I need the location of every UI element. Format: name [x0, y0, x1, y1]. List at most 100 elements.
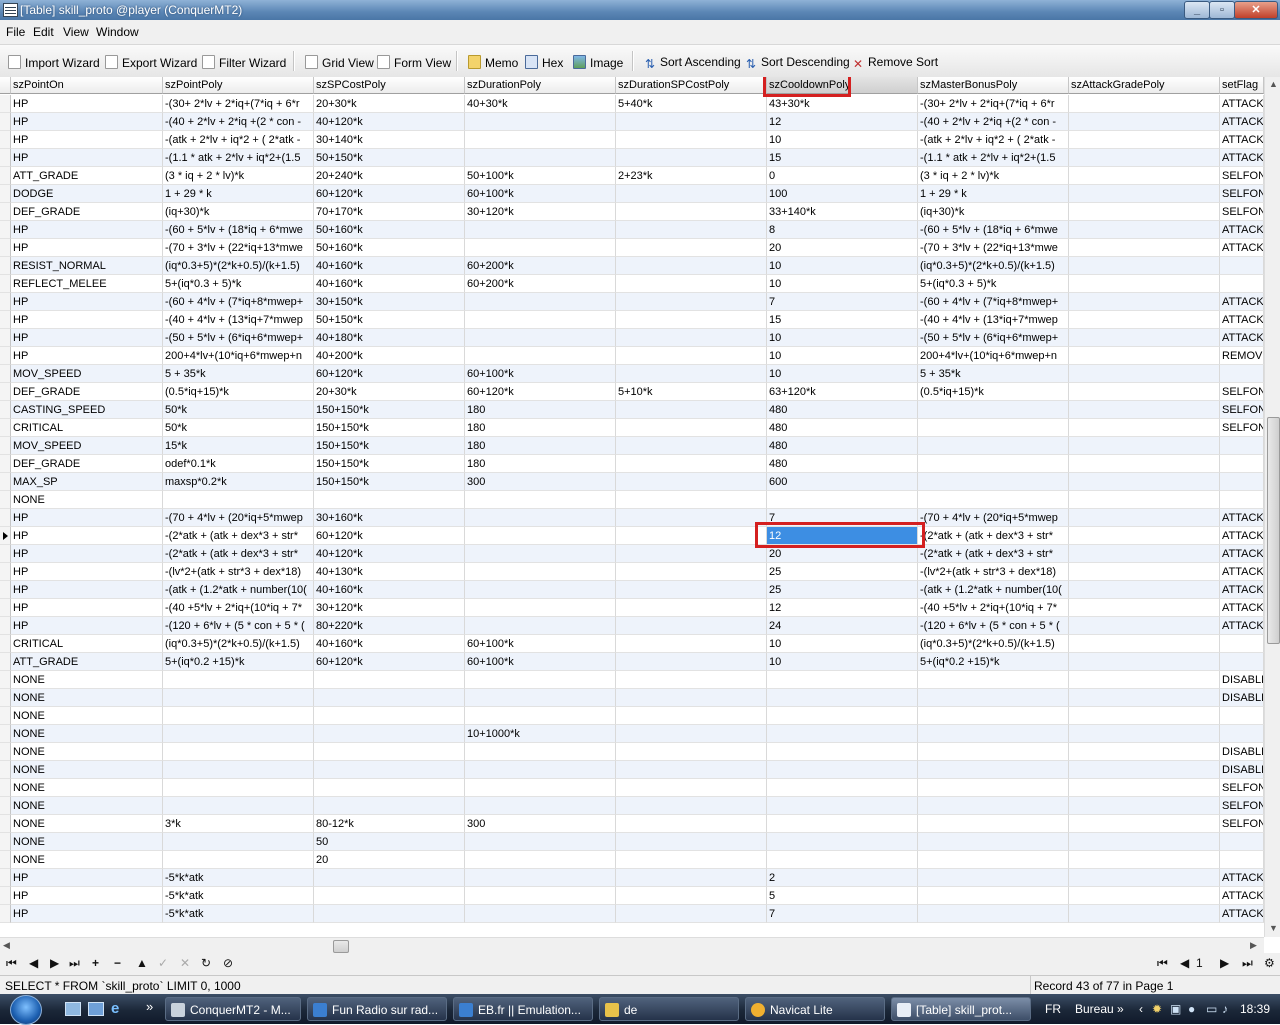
- cell-cooldown-poly[interactable]: [767, 689, 918, 707]
- cell-master-bonus-poly[interactable]: [918, 437, 1069, 455]
- cell-duration-sp-cost-poly[interactable]: [616, 851, 767, 869]
- column-header-duration-poly[interactable]: szDurationPoly: [465, 77, 616, 94]
- cell-point-poly[interactable]: -(40 + 4*lv + (13*iq+7*mwep: [163, 311, 314, 329]
- cell-set-flag[interactable]: SELFONI: [1220, 779, 1264, 797]
- cell-cooldown-poly[interactable]: [767, 851, 918, 869]
- table-row[interactable]: HP -5*k*atk 2 ATTACK: [0, 869, 1264, 887]
- cell-attack-grade-poly[interactable]: [1069, 743, 1220, 761]
- column-header-point-on[interactable]: szPointOn: [11, 77, 163, 94]
- row-indicator[interactable]: [0, 635, 11, 653]
- cell-attack-grade-poly[interactable]: [1069, 221, 1220, 239]
- column-header-attack-grade-poly[interactable]: szAttackGradePoly: [1069, 77, 1220, 94]
- cell-set-flag[interactable]: SELFONI: [1220, 167, 1264, 185]
- cell-duration-poly[interactable]: 60+100*k: [465, 653, 616, 671]
- cell-master-bonus-poly[interactable]: -(lv*2+(atk + str*3 + dex*18): [918, 563, 1069, 581]
- cell-point-on[interactable]: NONE: [11, 491, 163, 509]
- cell-duration-poly[interactable]: [465, 869, 616, 887]
- cell-cooldown-poly[interactable]: [767, 671, 918, 689]
- table-row[interactable]: ATT_GRADE 5+(iq*0.2 +15)*k 60+120*k 60+100*…: [0, 653, 1264, 671]
- cell-attack-grade-poly[interactable]: [1069, 869, 1220, 887]
- table-row[interactable]: NONE DISABLE: [0, 761, 1264, 779]
- cell-master-bonus-poly[interactable]: [918, 725, 1069, 743]
- cell-sp-cost-poly[interactable]: 30+120*k: [314, 599, 465, 617]
- insert-record-icon[interactable]: +: [92, 956, 99, 970]
- cell-point-poly[interactable]: -(40 + 2*lv + 2*iq +(2 * con -: [163, 113, 314, 131]
- cell-cooldown-poly[interactable]: 600: [767, 473, 918, 491]
- cell-cooldown-poly[interactable]: 480: [767, 419, 918, 437]
- cell-sp-cost-poly[interactable]: 50: [314, 833, 465, 851]
- cell-cooldown-poly[interactable]: 10: [767, 131, 918, 149]
- cell-set-flag[interactable]: ATTACK: [1220, 113, 1264, 131]
- cell-sp-cost-poly[interactable]: 60+120*k: [314, 365, 465, 383]
- cell-set-flag[interactable]: [1220, 635, 1264, 653]
- quicklaunch-more-icon[interactable]: »: [146, 999, 153, 1014]
- row-indicator[interactable]: [0, 761, 11, 779]
- cell-set-flag[interactable]: [1220, 365, 1264, 383]
- table-row[interactable]: NONE DISABLE: [0, 743, 1264, 761]
- table-row[interactable]: NONE 20: [0, 851, 1264, 869]
- cell-attack-grade-poly[interactable]: [1069, 671, 1220, 689]
- cell-cooldown-poly[interactable]: 24: [767, 617, 918, 635]
- cell-point-poly[interactable]: [163, 851, 314, 869]
- cell-point-poly[interactable]: -(2*atk + (atk + dex*3 + str*: [163, 545, 314, 563]
- cell-master-bonus-poly[interactable]: -(2*atk + (atk + dex*3 + str*: [918, 527, 1069, 545]
- table-row[interactable]: MOV_SPEED 5 + 35*k 60+120*k 60+100*k 10 5 + 3…: [0, 365, 1264, 383]
- cell-duration-sp-cost-poly[interactable]: [616, 527, 767, 545]
- cell-duration-sp-cost-poly[interactable]: [616, 185, 767, 203]
- cell-attack-grade-poly[interactable]: [1069, 401, 1220, 419]
- cell-point-on[interactable]: MAX_SP: [11, 473, 163, 491]
- cell-attack-grade-poly[interactable]: [1069, 185, 1220, 203]
- cell-cooldown-poly[interactable]: 2: [767, 869, 918, 887]
- table-row[interactable]: HP -(70 + 3*lv + (22*iq+13*mwe 50+160*k 20-…: [0, 239, 1264, 257]
- cell-master-bonus-poly[interactable]: (iq*0.3+5)*(2*k+0.5)/(k+1.5): [918, 257, 1069, 275]
- cell-master-bonus-poly[interactable]: [918, 797, 1069, 815]
- edit-record-icon[interactable]: ▲: [136, 956, 148, 970]
- cell-duration-poly[interactable]: 60+100*k: [465, 635, 616, 653]
- row-indicator[interactable]: [0, 311, 11, 329]
- row-indicator[interactable]: [0, 401, 11, 419]
- cell-sp-cost-poly[interactable]: 80-12*k: [314, 815, 465, 833]
- cell-master-bonus-poly[interactable]: -(70 + 4*lv + (20*iq+5*mwep: [918, 509, 1069, 527]
- cell-point-poly[interactable]: [163, 491, 314, 509]
- filter-wizard-button[interactable]: Filter Wizard: [202, 55, 286, 70]
- cell-sp-cost-poly[interactable]: [314, 797, 465, 815]
- row-indicator[interactable]: [0, 905, 11, 923]
- table-row[interactable]: NONE SELFONI: [0, 797, 1264, 815]
- cell-sp-cost-poly[interactable]: 20+240*k: [314, 167, 465, 185]
- data-grid[interactable]: szPointOn szPointPoly szSPCostPoly szDurati…: [0, 77, 1264, 937]
- cell-point-poly[interactable]: [163, 689, 314, 707]
- cell-cooldown-poly[interactable]: 15: [767, 311, 918, 329]
- row-indicator[interactable]: [0, 509, 11, 527]
- cell-duration-poly[interactable]: [465, 689, 616, 707]
- cell-duration-poly[interactable]: 300: [465, 473, 616, 491]
- cell-set-flag[interactable]: DISABLE: [1220, 689, 1264, 707]
- cell-point-on[interactable]: HP: [11, 347, 163, 365]
- cell-attack-grade-poly[interactable]: [1069, 761, 1220, 779]
- cell-point-on[interactable]: HP: [11, 149, 163, 167]
- cell-master-bonus-poly[interactable]: -(40 + 2*lv + 2*iq +(2 * con -: [918, 113, 1069, 131]
- prior-record-icon[interactable]: ◀: [29, 956, 38, 970]
- table-row[interactable]: CRITICAL50*k150+150*k180 480 SELFONI: [0, 419, 1264, 437]
- cell-attack-grade-poly[interactable]: [1069, 635, 1220, 653]
- cell-duration-sp-cost-poly[interactable]: [616, 491, 767, 509]
- cell-set-flag[interactable]: SELFONI: [1220, 815, 1264, 833]
- cell-point-poly[interactable]: -(50 + 5*lv + (6*iq+6*mwep+: [163, 329, 314, 347]
- table-row[interactable]: HP -(40 + 4*lv + (13*iq+7*mwep 50+150*k 15-…: [0, 311, 1264, 329]
- cell-master-bonus-poly[interactable]: [918, 401, 1069, 419]
- cell-duration-sp-cost-poly[interactable]: [616, 761, 767, 779]
- row-indicator[interactable]: [0, 617, 11, 635]
- cell-duration-poly[interactable]: [465, 527, 616, 545]
- cell-point-on[interactable]: HP: [11, 131, 163, 149]
- cell-cooldown-poly[interactable]: 7: [767, 905, 918, 923]
- cell-point-poly[interactable]: 5 + 35*k: [163, 365, 314, 383]
- table-row[interactable]: NONE: [0, 707, 1264, 725]
- cell-point-poly[interactable]: (iq*0.3+5)*(2*k+0.5)/(k+1.5): [163, 257, 314, 275]
- cell-point-on[interactable]: NONE: [11, 833, 163, 851]
- cell-point-on[interactable]: HP: [11, 221, 163, 239]
- cell-point-on[interactable]: HP: [11, 509, 163, 527]
- row-indicator[interactable]: [0, 743, 11, 761]
- table-row[interactable]: HP -(atk + (1.2*atk + number(10(40+160*k 2…: [0, 581, 1264, 599]
- cancel-edit-icon[interactable]: ✕: [180, 956, 190, 970]
- cell-master-bonus-poly[interactable]: 5 + 35*k: [918, 365, 1069, 383]
- task-navicat-lite[interactable]: Navicat Lite: [745, 997, 885, 1021]
